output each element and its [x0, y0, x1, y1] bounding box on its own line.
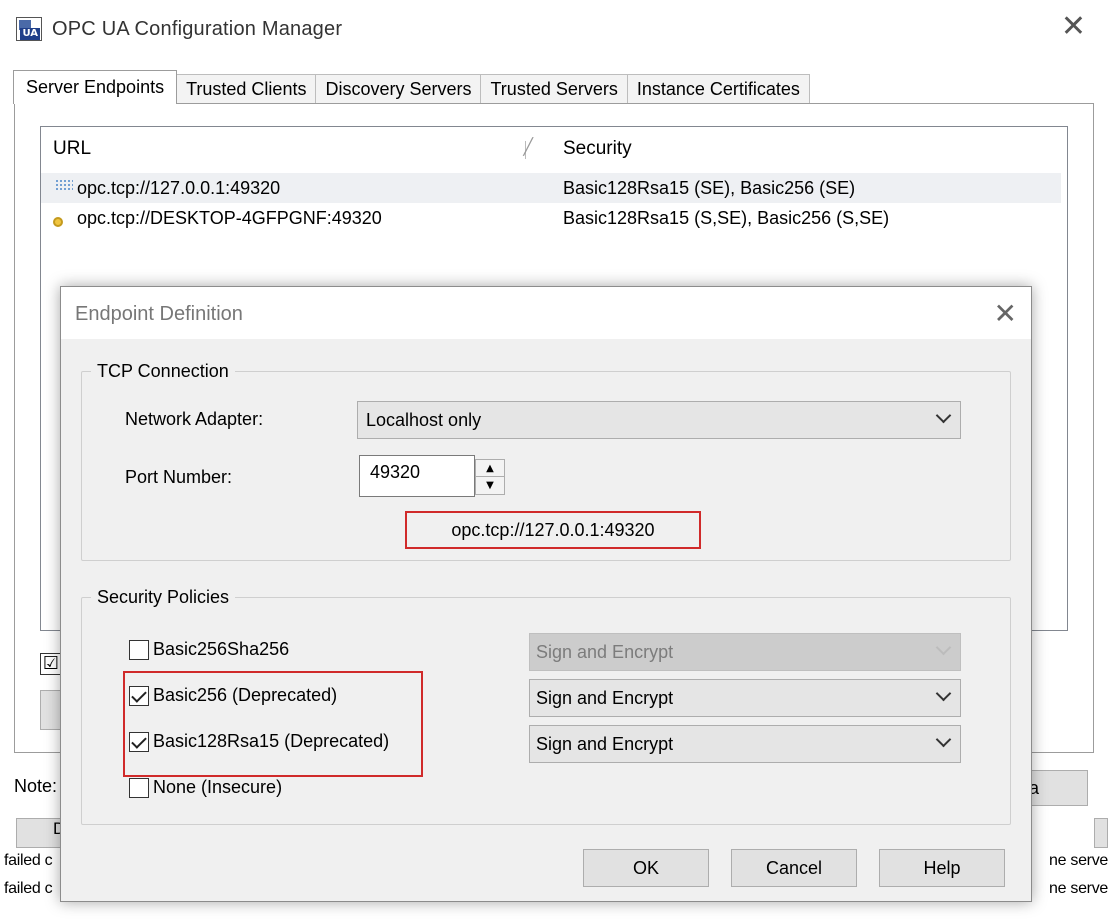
checkbox-icon: [129, 777, 149, 798]
chevron-down-icon: [936, 688, 950, 702]
ok-button[interactable]: OK: [583, 849, 709, 887]
column-header-url[interactable]: URL ╱: [41, 127, 551, 171]
background-checkbox[interactable]: ☑: [40, 653, 62, 675]
security-policies-label: Security Policies: [91, 587, 236, 608]
policy-label: None (Insecure): [153, 777, 283, 797]
network-adapter-select[interactable]: Localhost only: [357, 401, 961, 439]
app-logo-icon: UA: [16, 17, 42, 41]
log-text: failed c: [4, 852, 53, 869]
chevron-down-icon: [936, 642, 950, 656]
policy-basic256sha256-mode-select[interactable]: Sign and Encrypt: [529, 633, 961, 671]
policy-label: Basic256Sha256: [153, 639, 290, 659]
tab-trusted-clients[interactable]: Trusted Clients: [176, 74, 317, 104]
port-number-input[interactable]: 49320: [359, 455, 475, 497]
window-title: OPC UA Configuration Manager: [52, 17, 343, 40]
endpoint-url: opc.tcp://DESKTOP-4GFPGNF:49320: [77, 207, 382, 228]
tab-discovery-servers[interactable]: Discovery Servers: [315, 74, 482, 104]
endpoint-url: opc.tcp://127.0.0.1:49320: [77, 177, 281, 198]
network-adapter-label: Network Adapter:: [125, 409, 264, 429]
help-button[interactable]: Help: [879, 849, 1005, 887]
dialog-close-icon[interactable]: ✕: [994, 297, 1017, 330]
mode-value: Sign and Encrypt: [536, 641, 674, 662]
tcp-connection-label: TCP Connection: [91, 361, 235, 382]
tab-trusted-servers[interactable]: Trusted Servers: [480, 74, 628, 104]
port-number-label: Port Number:: [125, 467, 233, 487]
sort-indicator-icon: ╱: [523, 139, 533, 156]
network-endpoint-icon: [51, 177, 75, 199]
port-stepper[interactable]: ▲ ▼: [475, 459, 505, 495]
mode-value: Sign and Encrypt: [536, 733, 674, 754]
note-label: Note:: [14, 776, 58, 796]
endpoint-definition-dialog: Endpoint Definition ✕ TCP Connection Net…: [60, 286, 1032, 902]
network-adapter-value: Localhost only: [366, 409, 482, 430]
chevron-down-icon: [936, 734, 950, 748]
endpoint-url-preview: opc.tcp://127.0.0.1:49320: [405, 511, 701, 549]
table-row[interactable]: opc.tcp://127.0.0.1:49320 Basic128Rsa15 …: [41, 173, 1061, 203]
list-header: URL ╱ Security: [41, 127, 1061, 171]
tab-server-endpoints[interactable]: Server Endpoints: [13, 70, 178, 104]
log-text: ne serve: [1049, 852, 1108, 869]
policy-basic128rsa15-mode-select[interactable]: Sign and Encrypt: [529, 725, 961, 763]
key-endpoint-icon: [51, 207, 75, 229]
stepper-up-icon[interactable]: ▲: [476, 460, 504, 477]
endpoint-security: Basic128Rsa15 (S,SE), Basic256 (S,SE): [563, 207, 890, 228]
chevron-down-icon: [936, 410, 950, 424]
policy-none-checkbox[interactable]: None (Insecure): [129, 777, 282, 798]
deprecated-policies-highlight: [123, 671, 423, 777]
column-header-security[interactable]: Security: [551, 127, 632, 171]
policy-basic256-mode-select[interactable]: Sign and Encrypt: [529, 679, 961, 717]
checkbox-icon: [129, 639, 149, 660]
column-header-security-label: Security: [563, 138, 632, 159]
window-titlebar: UA OPC UA Configuration Manager: [16, 12, 342, 46]
log-text: failed c: [4, 880, 53, 897]
dialog-title: Endpoint Definition: [75, 303, 243, 325]
policy-basic256sha256-checkbox[interactable]: Basic256Sha256: [129, 639, 289, 660]
log-text: ne serve: [1049, 880, 1108, 897]
endpoint-security: Basic128Rsa15 (SE), Basic256 (SE): [563, 177, 856, 198]
stepper-down-icon[interactable]: ▼: [476, 477, 504, 494]
column-header-url-label: URL: [53, 138, 92, 159]
tab-instance-certificates[interactable]: Instance Certificates: [626, 74, 810, 104]
mode-value: Sign and Encrypt: [536, 687, 674, 708]
window-close-icon[interactable]: ✕: [1061, 10, 1086, 44]
background-button-right-edge[interactable]: [1094, 818, 1108, 848]
cancel-button[interactable]: Cancel: [731, 849, 857, 887]
table-row[interactable]: opc.tcp://DESKTOP-4GFPGNF:49320 Basic128…: [41, 203, 1061, 233]
tab-strip: Server Endpoints Trusted Clients Discove…: [13, 70, 810, 104]
